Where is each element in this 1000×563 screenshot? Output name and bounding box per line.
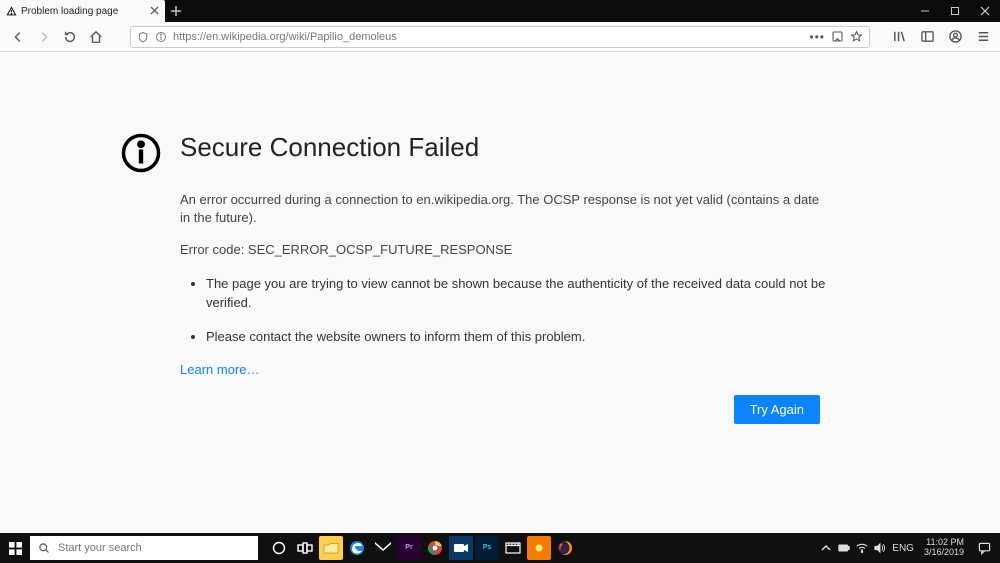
systray-clock[interactable]: 11:02 PM 3/16/2019 [920, 538, 968, 558]
reader-view-icon[interactable] [831, 30, 844, 43]
browser-tab[interactable]: Problem loading page [0, 0, 165, 22]
app-menu-button[interactable] [972, 26, 994, 48]
taskbar-file-explorer-icon[interactable] [319, 536, 343, 560]
error-bullet: The page you are trying to view cannot b… [206, 274, 826, 313]
taskbar-app-icon[interactable] [527, 536, 551, 560]
info-icon [120, 132, 162, 174]
taskbar-mail-icon[interactable] [371, 536, 395, 560]
tab-title: Problem loading page [21, 6, 146, 17]
systray-language[interactable]: ENG [892, 536, 914, 560]
nav-home-button[interactable] [84, 25, 108, 49]
error-message: An error occurred during a connection to… [180, 191, 820, 227]
taskbar-photoshop-icon[interactable]: Ps [475, 536, 499, 560]
start-button[interactable] [0, 533, 30, 563]
taskbar-edge-icon[interactable] [345, 536, 369, 560]
bookmark-star-icon[interactable] [850, 30, 863, 43]
systray-battery-icon[interactable] [838, 536, 850, 560]
systray-chevron-icon[interactable] [820, 536, 832, 560]
window-close-button[interactable] [970, 0, 1000, 22]
page-actions-icon[interactable]: ••• [809, 30, 825, 44]
systray-notifications-icon[interactable] [974, 538, 994, 558]
taskbar-firefox-icon[interactable] [553, 536, 577, 560]
nav-forward-button[interactable] [32, 25, 56, 49]
systray-wifi-icon[interactable] [856, 536, 868, 560]
taskbar-search[interactable] [30, 536, 258, 560]
url-text: https://en.wikipedia.org/wiki/Papilio_de… [173, 31, 803, 43]
taskbar-premiere-icon[interactable]: Pr [397, 536, 421, 560]
taskbar-cortana-icon[interactable] [267, 536, 291, 560]
error-heading: Secure Connection Failed [180, 132, 880, 163]
site-info-icon[interactable] [155, 31, 167, 43]
window-maximize-button[interactable] [940, 0, 970, 22]
search-icon [38, 542, 50, 554]
try-again-button[interactable]: Try Again [734, 395, 820, 424]
taskbar-chrome-icon[interactable] [423, 536, 447, 560]
warning-icon [6, 6, 17, 17]
close-tab-button[interactable] [150, 5, 159, 17]
nav-back-button[interactable] [6, 25, 30, 49]
tracking-protection-icon[interactable] [137, 31, 149, 43]
error-code: Error code: SEC_ERROR_OCSP_FUTURE_RESPON… [180, 241, 820, 259]
url-bar[interactable]: https://en.wikipedia.org/wiki/Papilio_de… [130, 26, 870, 48]
account-button[interactable] [944, 26, 966, 48]
nav-reload-button[interactable] [58, 25, 82, 49]
systray-volume-icon[interactable] [874, 536, 886, 560]
error-bullet: Please contact the website owners to inf… [206, 327, 826, 347]
sidebar-button[interactable] [916, 26, 938, 48]
learn-more-link[interactable]: Learn more… [180, 362, 880, 377]
taskbar-movies-icon[interactable] [501, 536, 525, 560]
library-button[interactable] [888, 26, 910, 48]
window-minimize-button[interactable] [910, 0, 940, 22]
taskbar-camera-icon[interactable] [449, 536, 473, 560]
systray-date: 3/16/2019 [924, 548, 964, 558]
new-tab-button[interactable] [165, 0, 187, 22]
taskbar-taskview-icon[interactable] [293, 536, 317, 560]
taskbar-search-input[interactable] [58, 542, 250, 554]
